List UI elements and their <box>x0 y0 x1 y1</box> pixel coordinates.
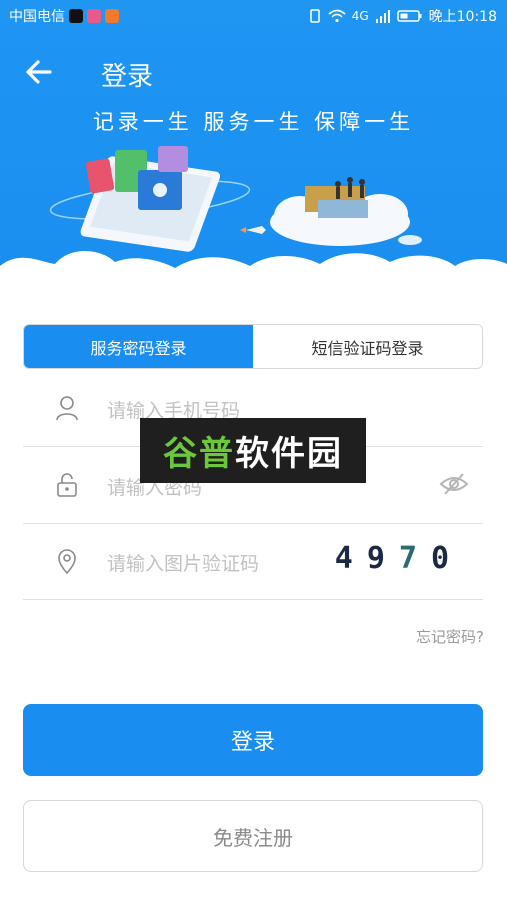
cloud-divider <box>0 251 507 290</box>
captcha-digit: 7 <box>398 541 431 576</box>
tiktok-icon <box>69 9 83 23</box>
status-left: 中国电信 <box>9 6 119 26</box>
watermark-text-part2: 软件园 <box>235 434 343 474</box>
carrier-name: 中国电信 <box>9 9 65 25</box>
battery-icon <box>396 10 422 22</box>
watermark-text-part1: 谷普 <box>163 434 235 474</box>
status-right: 4G 晚上10:18 <box>308 6 497 26</box>
watermark: 谷普 软件园 <box>140 418 366 483</box>
eye-off-icon[interactable] <box>439 471 469 497</box>
page-title: 登录 <box>101 62 154 92</box>
vibrate-icon <box>309 9 320 23</box>
status-bar: 中国电信 4G 晚上10:18 <box>0 0 507 30</box>
captcha-field[interactable]: 请输入图片验证码 4970 <box>23 523 483 600</box>
tab-password-login[interactable]: 服务密码登录 <box>24 325 253 368</box>
arrow-left-icon[interactable] <box>24 52 54 92</box>
app-notification-icon <box>87 9 101 23</box>
login-method-tabs: 服务密码登录 短信验证码登录 <box>23 324 483 369</box>
captcha-digit: 4 <box>334 541 367 576</box>
forgot-password-link[interactable]: 忘记密码? <box>416 626 484 647</box>
tab-sms-login[interactable]: 短信验证码登录 <box>253 325 482 368</box>
clock: 晚上10:18 <box>428 9 497 25</box>
video-app-icon <box>105 9 119 23</box>
signal-icon <box>375 10 390 23</box>
captcha-digit: 0 <box>430 541 463 576</box>
captcha-image[interactable]: 4970 <box>335 541 463 576</box>
captcha-input[interactable]: 请输入图片验证码 <box>107 549 259 576</box>
lock-icon <box>57 473 77 497</box>
wifi-icon <box>328 9 346 23</box>
register-button[interactable]: 免费注册 <box>23 800 483 872</box>
header-banner: 中国电信 4G 晚上10:18 登录 记录一生 服务一生 保障一生 <box>0 0 507 290</box>
location-pin-icon <box>58 549 76 574</box>
login-button[interactable]: 登录 <box>23 704 483 776</box>
captcha-digit: 9 <box>366 541 399 576</box>
user-icon <box>56 396 78 421</box>
title-bar: 登录 <box>0 52 507 92</box>
network-type: 4G <box>351 9 369 23</box>
